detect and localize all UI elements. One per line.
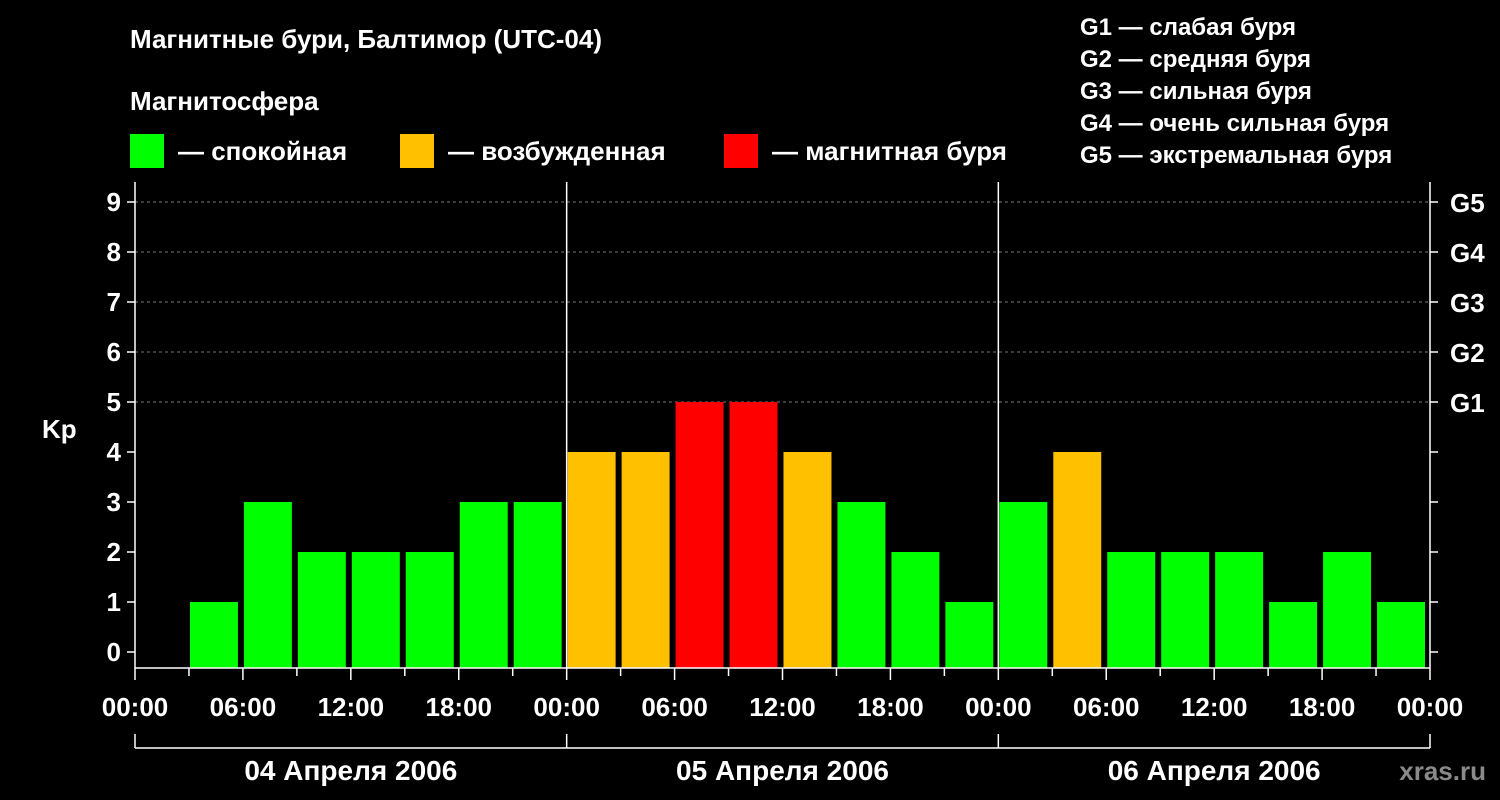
g-level-tick-label: G5 [1450,188,1485,218]
g-level-tick-label: G3 [1450,288,1485,318]
x-tick-label: 18:00 [426,692,493,722]
x-tick-label: 00:00 [1397,692,1464,722]
kp-bar [621,452,670,668]
kp-bar [243,502,292,668]
bars-layer [189,402,1425,668]
y-tick-label: 5 [107,387,121,417]
day-label: 04 Апреля 2006 [244,755,457,786]
kp-bar [1215,552,1264,668]
kp-bar [405,552,454,668]
g-level-tick-label: G4 [1450,238,1485,268]
y-tick-label: 1 [107,587,121,617]
y-tick-label: 8 [107,237,121,267]
x-tick-label: 18:00 [857,692,924,722]
kp-bar [1323,552,1372,668]
y-tick-label: 9 [107,187,121,217]
y-tick-label: 2 [107,537,121,567]
y-axis-label: Kp [42,414,77,444]
kp-bar [729,402,778,668]
kp-bar [1377,602,1425,668]
x-tick-label: 00:00 [102,692,169,722]
g-level-tick-label: G2 [1450,338,1485,368]
kp-bar [297,552,346,668]
x-tick-label: 06:00 [1073,692,1140,722]
grid-layer [135,201,1430,403]
day-label: 05 Апреля 2006 [676,755,889,786]
kp-bar [567,452,616,668]
kp-bar [1269,602,1318,668]
kp-bar [945,602,994,668]
g-level-tick-label: G1 [1450,388,1485,418]
kp-bar [999,502,1048,668]
kp-bar [1107,552,1156,668]
watermark: xras.ru [1399,756,1486,786]
kp-bar [351,552,400,668]
y-tick-label: 6 [107,337,121,367]
kp-bar-chart: 0 1 2 3 4 5 6 7 8 9 G1 G2 G3 G4 G5 Kp 00:00 06:00 12:00 18:… [42,182,1485,786]
kp-bar [1161,552,1210,668]
day-label: 06 Апреля 2006 [1108,755,1321,786]
x-tick-label: 06:00 [641,692,708,722]
y-tick-label: 0 [107,637,121,667]
kp-bar [783,452,832,668]
kp-bar [675,402,724,668]
x-tick-label: 18:00 [1289,692,1356,722]
x-tick-label: 00:00 [965,692,1032,722]
y-tick-label: 4 [107,437,122,467]
kp-bar [459,502,508,668]
kp-bar [189,602,238,668]
x-tick-label: 12:00 [318,692,385,722]
y-tick-label: 7 [107,287,121,317]
x-tick-label: 00:00 [533,692,600,722]
kp-bar [513,502,562,668]
kp-bar [891,552,940,668]
x-tick-label: 12:00 [749,692,816,722]
x-tick-label: 06:00 [210,692,277,722]
y-tick-label: 3 [107,487,121,517]
x-tick-label: 12:00 [1181,692,1248,722]
kp-bar [1053,452,1102,668]
kp-bar [837,502,886,668]
